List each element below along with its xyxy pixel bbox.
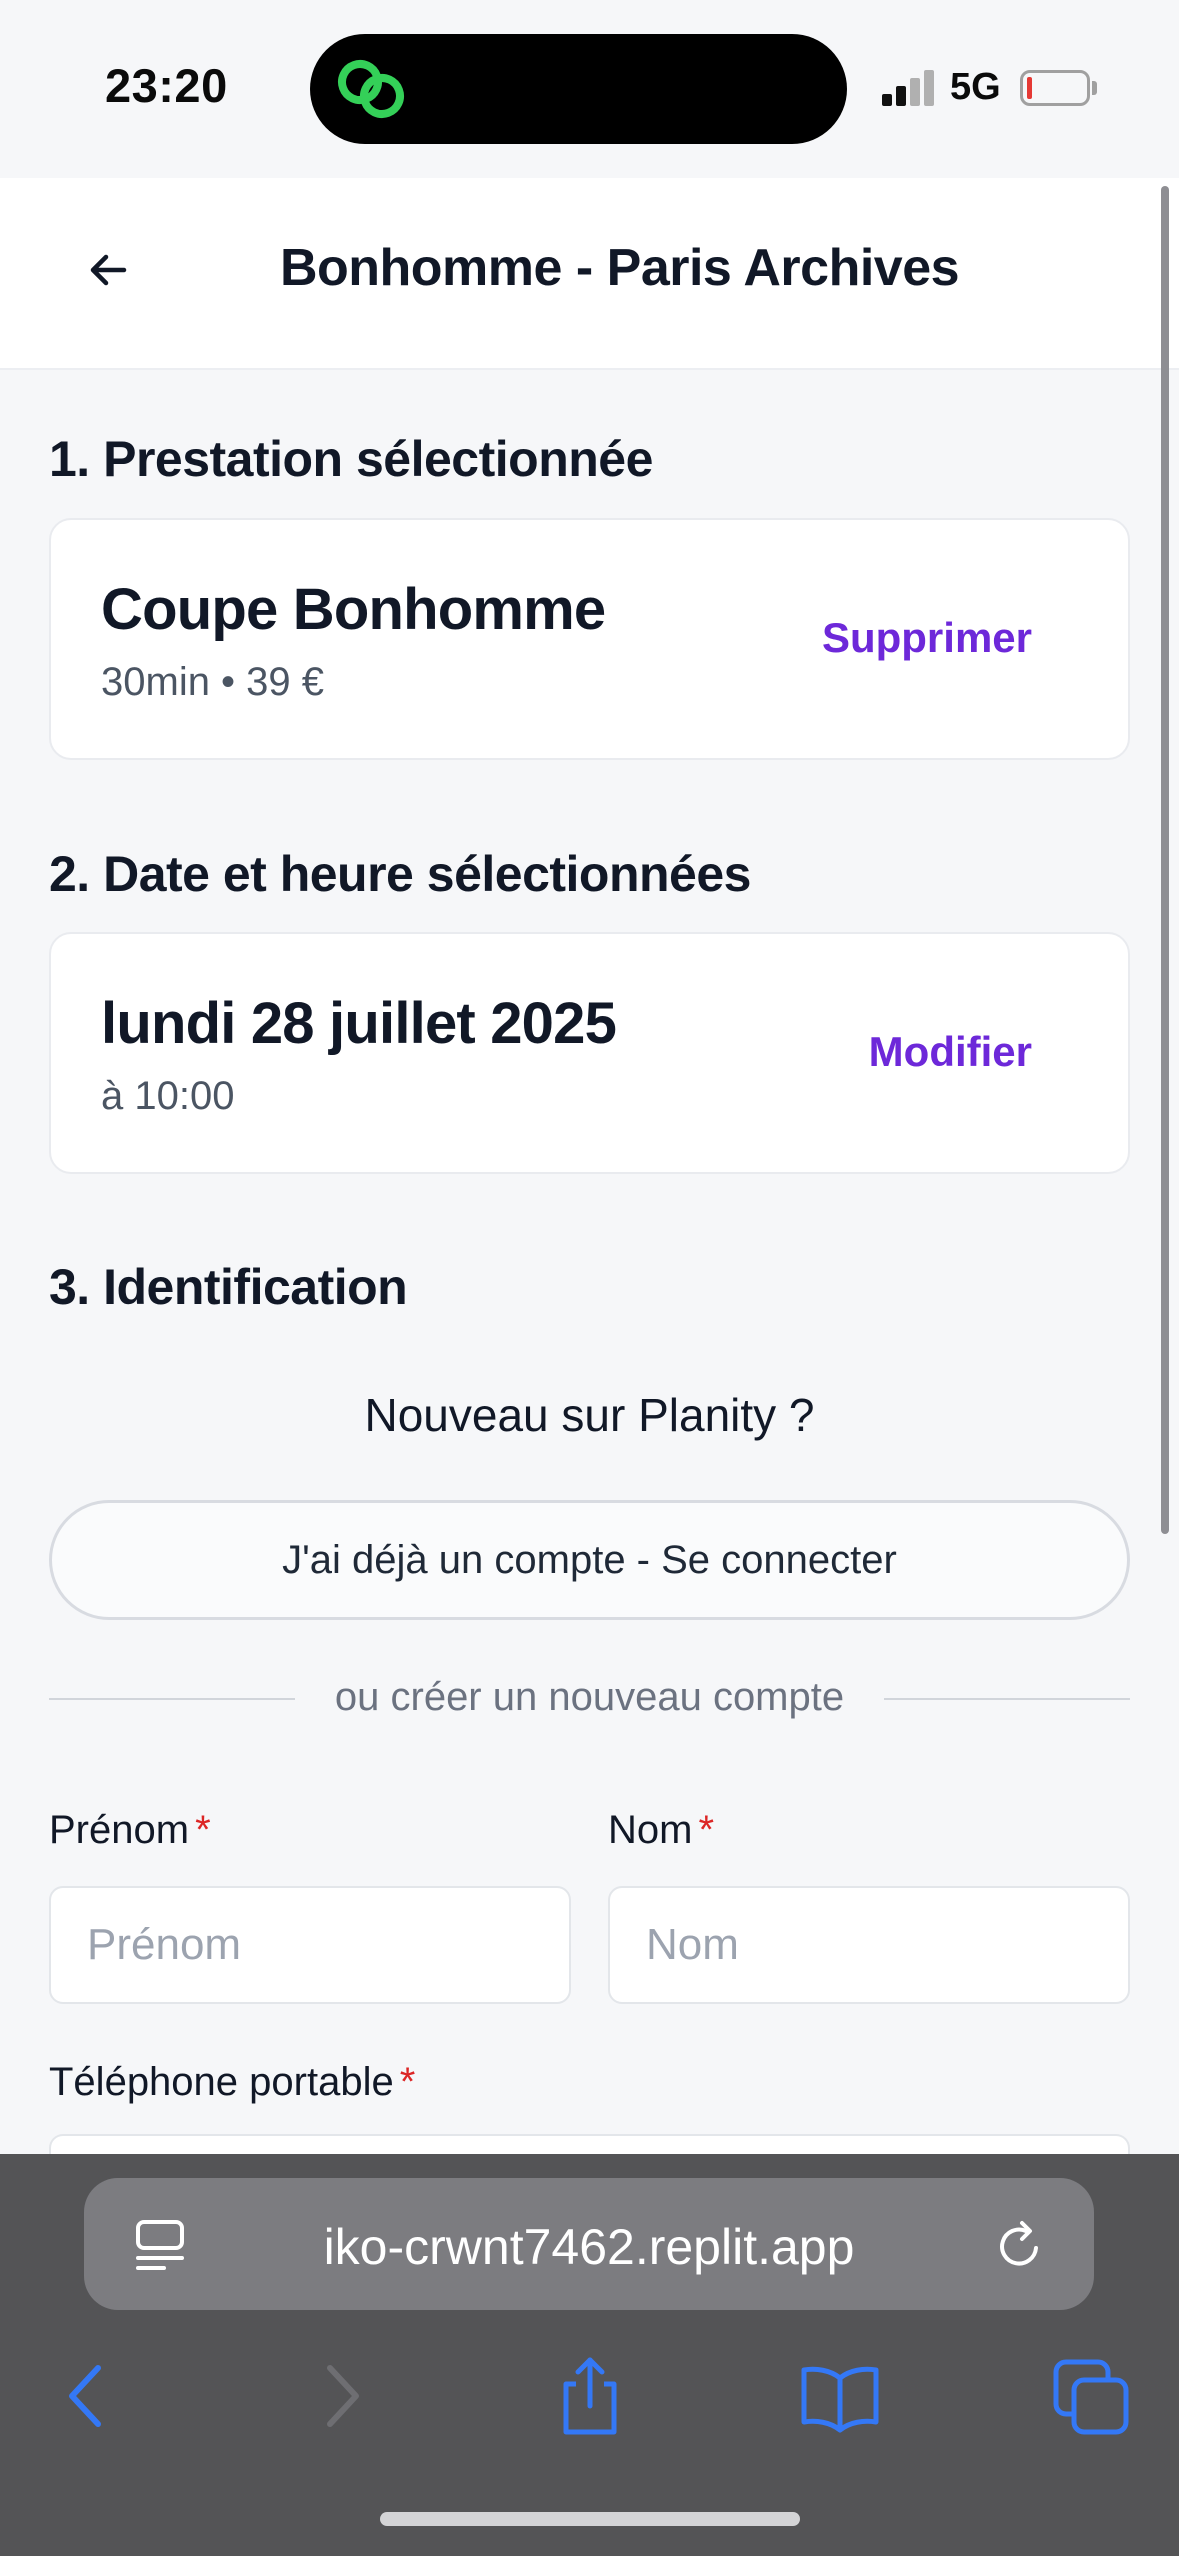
browser-back-icon[interactable] (46, 2354, 130, 2438)
phone-label-text: Téléphone portable (49, 2060, 394, 2104)
browser-toolbar: iko-crwnt7462.replit.app (0, 2154, 1179, 2556)
selected-time: à 10:00 (101, 1074, 235, 1118)
required-asterisk: * (698, 1808, 715, 1852)
battery-cap (1092, 81, 1097, 95)
address-bar[interactable]: iko-crwnt7462.replit.app (84, 2178, 1094, 2310)
dynamic-island (310, 34, 847, 144)
first-name-input[interactable] (49, 1886, 571, 2004)
required-asterisk: * (399, 2060, 416, 2104)
first-name-label: Prénom * (49, 1808, 211, 1853)
share-icon[interactable] (548, 2354, 632, 2438)
login-button-label: J'ai déjà un compte - Se connecter (282, 1537, 897, 1582)
page-title: Bonhomme - Paris Archives (279, 239, 960, 297)
remove-service-button[interactable]: Supprimer (822, 614, 1032, 662)
browser-forward-icon[interactable] (298, 2354, 382, 2438)
phone-label: Téléphone portable * (49, 2060, 415, 2105)
reload-icon[interactable] (992, 2218, 1048, 2274)
home-indicator (380, 2512, 800, 2526)
last-name-input[interactable] (608, 1886, 1130, 2004)
network-type: 5G (950, 66, 1001, 108)
section-datetime-heading: 2. Date et heure sélectionnées (49, 846, 751, 902)
first-name-label-text: Prénom (49, 1808, 190, 1852)
datetime-card: lundi 28 juillet 2025 à 10:00 Modifier (49, 932, 1130, 1174)
selected-date: lundi 28 juillet 2025 (101, 991, 617, 1056)
login-button[interactable]: J'ai déjà un compte - Se connecter (49, 1500, 1130, 1620)
last-name-label-text: Nom (608, 1808, 693, 1852)
status-bar: 23:20 5G (0, 0, 1179, 178)
status-time: 23:20 (105, 59, 228, 112)
new-user-prompt: Nouveau sur Planity ? (364, 1389, 815, 1441)
bookmarks-icon[interactable] (798, 2354, 882, 2438)
divider-text: ou créer un nouveau compte (334, 1675, 845, 1719)
modify-datetime-button[interactable]: Modifier (869, 1028, 1032, 1076)
tabs-icon[interactable] (1050, 2354, 1134, 2438)
scroll-indicator[interactable] (1161, 186, 1169, 1534)
cellular-signal-icon (882, 70, 936, 106)
service-details: 30min • 39 € (101, 660, 325, 704)
screen: 23:20 5G Bonhomme - Paris Archives 1. Pr… (0, 0, 1179, 2556)
url-text: iko-crwnt7462.replit.app (323, 2219, 855, 2275)
section-service-heading: 1. Prestation sélectionnée (49, 431, 653, 487)
link-app-icon (338, 60, 404, 118)
service-name: Coupe Bonhomme (101, 577, 606, 642)
required-asterisk: * (195, 1808, 211, 1852)
app-header: Bonhomme - Paris Archives (0, 178, 1179, 370)
section-identification-heading: 3. Identification (49, 1259, 408, 1315)
last-name-label: Nom * (608, 1808, 714, 1853)
service-card: Coupe Bonhomme 30min • 39 € Supprimer (49, 518, 1130, 760)
battery-icon (1020, 70, 1090, 106)
